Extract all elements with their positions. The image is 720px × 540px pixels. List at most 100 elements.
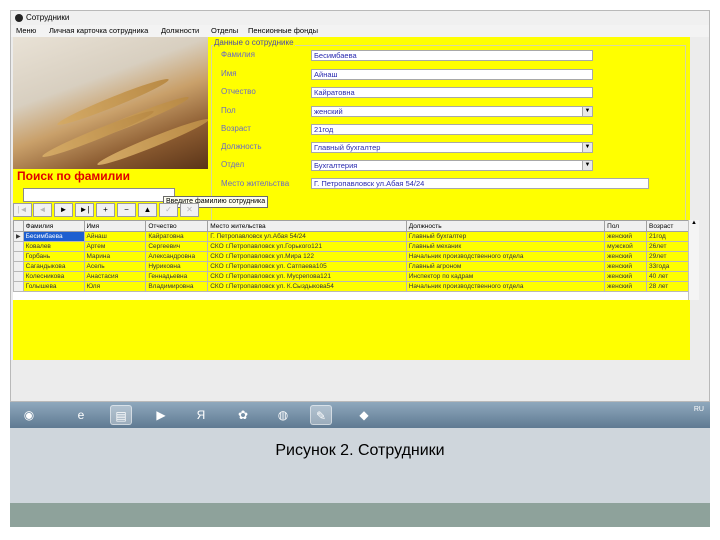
employees-grid[interactable]: Фамилия Имя Отчество Место жительства До… bbox=[13, 220, 690, 300]
start-windows-icon[interactable]: ◉ bbox=[18, 405, 40, 425]
language-indicator[interactable]: RU bbox=[694, 406, 704, 413]
delphi-ide-icon[interactable]: ✎ bbox=[310, 405, 332, 425]
file-explorer-icon[interactable]: ▤ bbox=[110, 405, 132, 425]
windows-taskbar: ◉ e ▤ ▶ Я ✿ ◍ ✎ ◆ RU bbox=[10, 402, 710, 428]
internet-explorer-icon[interactable]: e bbox=[70, 405, 92, 425]
table-cell[interactable]: 21год bbox=[646, 231, 690, 242]
yandex-browser-icon[interactable]: Я bbox=[190, 405, 212, 425]
table-cell[interactable]: 28 лет bbox=[646, 281, 690, 292]
column-header-surname[interactable]: Фамилия bbox=[22, 220, 85, 232]
menu-item-departments[interactable]: Отделы bbox=[211, 25, 238, 37]
table-cell[interactable]: Артем bbox=[83, 241, 147, 252]
menu-item-pension-funds[interactable]: Пенсионные фонды bbox=[248, 25, 318, 37]
table-cell[interactable]: Юля bbox=[83, 281, 147, 292]
name-field[interactable]: Айнаш bbox=[311, 69, 593, 80]
position-combo[interactable]: Главный бухгалтер ▼ bbox=[311, 142, 593, 153]
chevron-down-icon[interactable]: ▼ bbox=[582, 107, 592, 116]
current-row-indicator-icon: ▶ bbox=[13, 231, 24, 242]
surname-search-input[interactable] bbox=[23, 188, 175, 202]
column-header-patronymic[interactable]: Отчество bbox=[145, 220, 209, 232]
next-record-icon[interactable]: ► bbox=[54, 203, 73, 217]
column-header-residence[interactable]: Место жительства bbox=[207, 220, 407, 232]
table-cell[interactable]: Кайратовна bbox=[145, 231, 209, 242]
column-header-gender[interactable]: Пол bbox=[604, 220, 648, 232]
chevron-down-icon[interactable]: ▼ bbox=[582, 143, 592, 152]
title-bar: Сотрудники bbox=[11, 11, 709, 25]
table-cell[interactable]: Начальник производственного отдела bbox=[405, 251, 606, 262]
insert-record-icon[interactable]: + bbox=[96, 203, 115, 217]
chevron-down-icon[interactable]: ▼ bbox=[582, 161, 592, 170]
table-cell[interactable]: женский bbox=[604, 271, 648, 282]
prior-record-icon[interactable]: ◄ bbox=[33, 203, 52, 217]
gender-combo[interactable]: женский ▼ bbox=[311, 106, 593, 117]
delete-record-icon[interactable]: − bbox=[117, 203, 136, 217]
table-cell[interactable]: СКО г.Петропавловск ул.Горького121 bbox=[207, 241, 407, 252]
label-surname: Фамилия bbox=[221, 50, 255, 59]
table-cell[interactable]: Сагандыкова bbox=[22, 261, 85, 272]
menu-item-positions[interactable]: Должности bbox=[161, 25, 199, 37]
table-cell[interactable]: Главный агроном bbox=[405, 261, 606, 272]
chrome-icon[interactable]: ◍ bbox=[272, 405, 294, 425]
column-header-age[interactable]: Возраст bbox=[646, 220, 690, 232]
table-cell[interactable]: Горбань bbox=[22, 251, 85, 262]
table-cell[interactable]: Александровна bbox=[145, 251, 209, 262]
table-cell[interactable]: СКО г.Петропавловск ул. Сатпаева105 bbox=[207, 261, 407, 272]
name-value: Айнаш bbox=[314, 70, 338, 79]
table-cell[interactable]: Ковалев bbox=[22, 241, 85, 252]
cancel-record-icon[interactable]: ✕ bbox=[180, 203, 199, 217]
department-combo[interactable]: Бухгалтерия ▼ bbox=[311, 160, 593, 171]
scroll-up-icon[interactable]: ▲ bbox=[689, 220, 699, 226]
column-header-position[interactable]: Должность bbox=[405, 220, 606, 232]
first-record-icon[interactable]: |◄ bbox=[13, 203, 32, 217]
table-cell[interactable]: Марина bbox=[83, 251, 147, 262]
column-header-name[interactable]: Имя bbox=[83, 220, 147, 232]
table-cell[interactable]: Нуриковна bbox=[145, 261, 209, 272]
table-cell[interactable]: Асель bbox=[83, 261, 147, 272]
table-cell[interactable]: Главный бухгалтер bbox=[405, 231, 606, 242]
post-record-icon[interactable]: ✓ bbox=[159, 203, 178, 217]
app-icon[interactable]: ◆ bbox=[353, 405, 375, 425]
table-cell[interactable]: Владимировна bbox=[145, 281, 209, 292]
table-cell[interactable]: Главный механик bbox=[405, 241, 606, 252]
table-cell[interactable]: женский bbox=[604, 261, 648, 272]
grid-vertical-scrollbar[interactable]: ▲ bbox=[688, 220, 699, 300]
surname-field[interactable]: Бесимбаева bbox=[311, 50, 593, 61]
table-cell[interactable]: 26лет bbox=[646, 241, 690, 252]
age-field[interactable]: 21год bbox=[311, 124, 593, 135]
table-row[interactable]: Горбань Марина Александровна СКО г.Петро… bbox=[13, 251, 690, 262]
residence-field[interactable]: Г. Петропавловск ул.Абая 54/24 bbox=[311, 178, 649, 189]
table-row[interactable]: Голышева Юля Владимировна СКО г.Петропав… bbox=[13, 281, 690, 292]
table-cell[interactable]: женский bbox=[604, 281, 648, 292]
table-cell[interactable]: мужской bbox=[604, 241, 648, 252]
media-app-icon[interactable]: ✿ bbox=[232, 405, 254, 425]
table-cell[interactable]: СКО г.Петропавловск ул.Мира 122 bbox=[207, 251, 407, 262]
table-cell[interactable]: Анастасия bbox=[83, 271, 147, 282]
table-row[interactable]: Сагандыкова Асель Нуриковна СКО г.Петроп… bbox=[13, 261, 690, 272]
edit-record-icon[interactable]: ▲ bbox=[138, 203, 157, 217]
menu-item-menu[interactable]: Меню bbox=[16, 25, 36, 37]
table-cell[interactable]: 33года bbox=[646, 261, 690, 272]
table-row[interactable]: Колесникова Анастасия Геннадьевна СКО г.… bbox=[13, 271, 690, 282]
table-cell[interactable]: Сергеевич bbox=[145, 241, 209, 252]
table-cell[interactable]: Голышева bbox=[22, 281, 85, 292]
table-cell[interactable]: Бесимбаева bbox=[22, 231, 85, 242]
last-record-icon[interactable]: ►| bbox=[75, 203, 94, 217]
table-cell[interactable]: СКО г.Петропавловск ул. К.Сыздыкова54 bbox=[207, 281, 407, 292]
figure-caption: Рисунок 2. Сотрудники bbox=[275, 442, 445, 459]
table-cell[interactable]: 29лет bbox=[646, 251, 690, 262]
table-cell[interactable]: женский bbox=[604, 231, 648, 242]
table-row[interactable]: ▶ Бесимбаева Айнаш Кайратовна Г. Петропа… bbox=[13, 231, 690, 242]
menu-item-personal-card[interactable]: Личная карточка сотрудника bbox=[49, 25, 148, 37]
table-row[interactable]: Ковалев Артем Сергеевич СКО г.Петропавло… bbox=[13, 241, 690, 252]
table-cell[interactable]: Айнаш bbox=[83, 231, 147, 242]
table-cell[interactable]: 40 лет bbox=[646, 271, 690, 282]
patronymic-field[interactable]: Кайратовна bbox=[311, 87, 593, 98]
table-cell[interactable]: женский bbox=[604, 251, 648, 262]
table-cell[interactable]: Инспектор по кадрам bbox=[405, 271, 606, 282]
table-cell[interactable]: Колесникова bbox=[22, 271, 85, 282]
table-cell[interactable]: Геннадьевна bbox=[145, 271, 209, 282]
table-cell[interactable]: СКО г.Петропавловск ул. Мусрепова121 bbox=[207, 271, 407, 282]
table-cell[interactable]: Г. Петропавловск ул.Абая 54/24 bbox=[207, 231, 407, 242]
table-cell[interactable]: Начальник производственного отдела bbox=[405, 281, 606, 292]
media-player-icon[interactable]: ▶ bbox=[150, 405, 172, 425]
